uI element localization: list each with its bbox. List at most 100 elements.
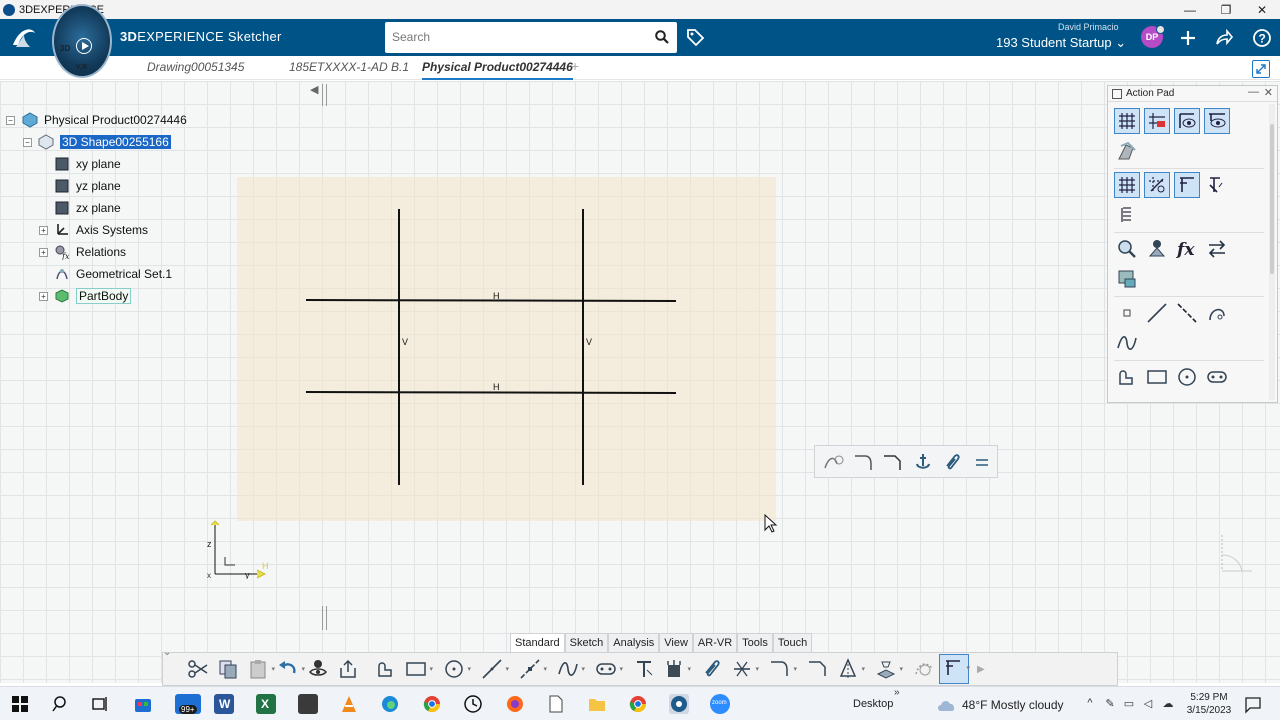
rectangle-icon[interactable] — [1144, 364, 1170, 390]
close-button[interactable]: ✕ — [1244, 0, 1280, 19]
tree-expand-axis[interactable]: + — [39, 226, 48, 235]
profile-tool-icon[interactable] — [371, 654, 401, 684]
tree-item-relations[interactable]: fx Relations — [54, 242, 126, 262]
3dexperience-taskbar-icon[interactable] — [669, 694, 689, 714]
tree-item-yz-plane[interactable]: yz plane — [54, 176, 121, 196]
point-icon[interactable] — [1114, 300, 1140, 326]
tree-collapse-root[interactable]: − — [6, 116, 15, 125]
word-icon[interactable]: W — [214, 694, 234, 714]
line-tool-icon[interactable]: ▾ — [477, 654, 509, 684]
notifications-icon[interactable] — [1243, 694, 1263, 714]
file-icon[interactable] — [546, 694, 566, 714]
help-icon[interactable]: ? — [1252, 28, 1272, 48]
desktop-chevron-icon[interactable]: » — [894, 687, 900, 698]
search-taskbar-icon[interactable] — [51, 694, 71, 714]
add-tab-button[interactable]: + — [571, 58, 579, 74]
attach-icon[interactable] — [697, 654, 727, 684]
horizontal-line-top[interactable] — [305, 299, 677, 302]
tree-item-xy-plane[interactable]: xy plane — [54, 154, 121, 174]
clock-app-icon[interactable] — [463, 694, 483, 714]
trim-tool-icon[interactable]: ▾ — [727, 654, 759, 684]
action-pad-minimize[interactable]: — — [1248, 86, 1259, 98]
corner-tool-icon[interactable]: ▾ — [765, 654, 797, 684]
chamfer-tool-icon[interactable] — [803, 654, 833, 684]
constraint-h-bottom[interactable]: H — [493, 382, 500, 392]
weather-widget[interactable]: 48°F Mostly cloudy — [936, 697, 1064, 713]
profile-icon[interactable] — [1114, 364, 1140, 390]
tree-expand-partbody[interactable]: + — [39, 292, 48, 301]
firefox-icon[interactable] — [505, 694, 525, 714]
add-icon[interactable] — [1178, 28, 1198, 48]
excel-icon[interactable]: X — [256, 694, 276, 714]
chrome-icon[interactable] — [422, 694, 442, 714]
slot-icon[interactable] — [1204, 364, 1230, 390]
constraint-h-top[interactable]: H — [493, 291, 500, 301]
export-icon[interactable] — [333, 654, 363, 684]
action-pad-close[interactable]: ✕ — [1264, 86, 1273, 99]
collapse-tree-arrow-icon[interactable]: ◀ — [310, 83, 318, 96]
compass-widget[interactable]: 3D V,R — [52, 4, 112, 78]
paste-icon[interactable]: ▾ — [243, 654, 275, 684]
line-icon[interactable] — [1144, 300, 1170, 326]
tab-touch[interactable]: Touch — [772, 633, 813, 652]
3d-canvas[interactable]: H H V V − Physical Product00274446 − 3D … — [0, 81, 1280, 683]
taskbar-clock[interactable]: 5:29 PM 3/15/2023 — [1186, 691, 1232, 717]
spline-icon[interactable] — [1114, 330, 1140, 356]
sketch-analysis-icon[interactable] — [1114, 138, 1140, 164]
cut-icon[interactable] — [183, 654, 213, 684]
network-icon[interactable]: ▭ — [1122, 697, 1136, 711]
text-tool-icon[interactable] — [629, 654, 659, 684]
equal-constraint-icon[interactable] — [967, 449, 997, 475]
dimensional-constraints-icon[interactable] — [1174, 172, 1200, 198]
chamfer-icon[interactable] — [878, 449, 908, 475]
onedrive-icon[interactable]: ☁ — [1161, 697, 1175, 711]
file-explorer-icon[interactable] — [587, 694, 607, 714]
calculator-icon[interactable] — [298, 694, 318, 714]
rectangle-tool-icon[interactable]: ▾ — [401, 654, 433, 684]
tab-sketch[interactable]: Sketch — [564, 633, 609, 652]
play-icon[interactable] — [76, 38, 92, 54]
axis-triad[interactable]: z y H x — [205, 519, 275, 579]
task-view-icon[interactable] — [90, 694, 110, 714]
copy-icon[interactable] — [213, 654, 243, 684]
tree-item-root[interactable]: Physical Product00274446 — [22, 110, 187, 130]
slot-tool-icon[interactable]: ▾ — [591, 654, 623, 684]
action-bar-expand-icon[interactable]: ⌄ — [163, 647, 171, 658]
store-icon[interactable] — [133, 694, 153, 714]
tree-item-geometrical-set[interactable]: Geometrical Set.1 — [54, 264, 172, 284]
panel-splitter[interactable] — [322, 84, 327, 106]
table-icon[interactable] — [1114, 266, 1140, 292]
action-bar-scroll-right-icon[interactable]: ▶ — [977, 664, 985, 675]
constraint-v-left[interactable]: V — [402, 337, 408, 347]
action-pad-header[interactable]: Action Pad — ✕ — [1108, 86, 1277, 102]
mini-compass-icon[interactable] — [1212, 531, 1256, 581]
tab-physical-product[interactable]: Physical Product00274446 — [422, 60, 573, 80]
maximize-button[interactable]: ❐ — [1208, 0, 1244, 19]
desktop-toolbar-label[interactable]: Desktop — [853, 698, 893, 710]
tab-ar-vr[interactable]: AR-VR — [692, 633, 738, 652]
search-input[interactable] — [385, 22, 635, 51]
tree-collapse-shape[interactable]: − — [23, 138, 32, 147]
tower-icon[interactable]: ▾ — [659, 654, 691, 684]
constraint-v-right[interactable]: V — [586, 337, 592, 347]
vlc-icon[interactable] — [339, 694, 359, 714]
tag-icon[interactable] — [685, 27, 705, 47]
grid-icon[interactable] — [1114, 108, 1140, 134]
spline-tool-icon[interactable]: ▾ — [553, 654, 585, 684]
intersect-icon[interactable] — [909, 654, 939, 684]
tab-185etxxxx[interactable]: 185ETXXXX-1-AD B.1 — [289, 60, 409, 74]
edge-icon[interactable] — [380, 694, 400, 714]
geometrical-constraints-icon[interactable] — [1204, 108, 1230, 134]
tree-item-3d-shape[interactable]: 3D Shape00255166 — [38, 132, 171, 152]
tree-item-axis-systems[interactable]: Axis Systems — [54, 220, 148, 240]
constraint-tool-icon[interactable]: ▾ — [939, 654, 970, 684]
formula-icon[interactable]: fx — [1174, 236, 1200, 262]
project-icon[interactable]: ▾ — [871, 654, 903, 684]
minimize-button[interactable]: — — [1172, 0, 1208, 19]
look-at-icon[interactable] — [303, 654, 333, 684]
horizontal-line-bottom[interactable] — [305, 391, 677, 394]
ds-logo-icon[interactable] — [10, 25, 40, 51]
tree-item-zx-plane[interactable]: zx plane — [54, 198, 121, 218]
circle-tool-icon[interactable]: ▾ — [439, 654, 471, 684]
auto-constraint-icon[interactable] — [1204, 172, 1230, 198]
